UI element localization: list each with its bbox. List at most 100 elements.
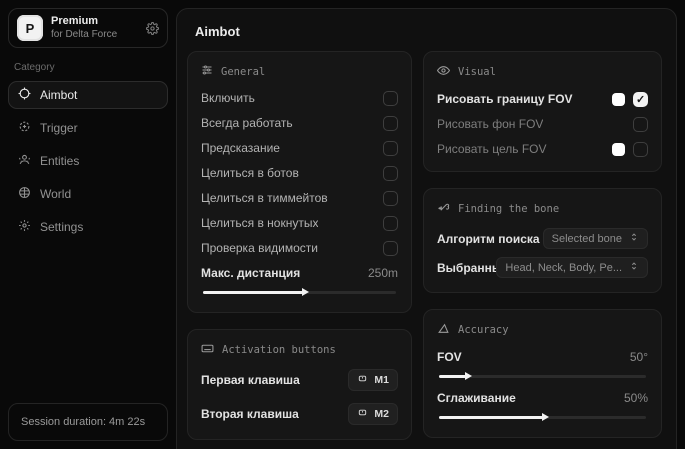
checkbox-target-bots[interactable] xyxy=(383,166,398,181)
toggle-label: Целиться в тиммейтов xyxy=(201,191,328,205)
keybind-label: Вторая клавиша xyxy=(201,407,299,421)
keyboard-icon xyxy=(201,342,214,358)
keybind-row: Вторая клавиша M2 xyxy=(201,403,398,425)
visual-row: Рисовать границу FOV xyxy=(437,91,648,107)
keybind-button-first[interactable]: M1 xyxy=(348,369,398,391)
fov-value: 50° xyxy=(630,350,648,364)
toggle-label: Включить xyxy=(201,91,255,105)
slider-value: 250m xyxy=(368,266,398,280)
brand-subtitle: for Delta Force xyxy=(51,29,138,41)
bone-icon xyxy=(437,201,450,217)
sliders-icon xyxy=(201,64,213,79)
globe-icon xyxy=(18,186,31,202)
sidebar: P Premium for Delta Force Category Aimbo… xyxy=(8,8,168,441)
sidebar-item-settings[interactable]: Settings xyxy=(8,213,168,241)
general-card: General Включить Всегда работать Предска… xyxy=(187,51,412,313)
color-swatch[interactable] xyxy=(612,143,625,156)
checkbox-visibility-check[interactable] xyxy=(383,241,398,256)
card-title: Activation buttons xyxy=(222,344,336,356)
unfold-icon xyxy=(629,232,639,245)
checkbox-enable[interactable] xyxy=(383,91,398,106)
checkbox-draw-fov-border[interactable] xyxy=(633,92,648,107)
visual-label: Рисовать цель FOV xyxy=(437,142,547,156)
trigger-icon xyxy=(18,120,31,136)
category-label: Category xyxy=(14,62,168,73)
max-distance-slider[interactable] xyxy=(203,291,396,294)
slider-row: FOV 50° xyxy=(437,349,648,365)
visual-card: Visual Рисовать границу FOV Рисовать фон… xyxy=(423,51,662,172)
checkbox-target-knocked[interactable] xyxy=(383,216,398,231)
eye-icon xyxy=(437,64,450,80)
brand-title: Premium xyxy=(51,15,138,28)
keybind-row: Первая клавиша M1 xyxy=(201,369,398,391)
smoothing-slider[interactable] xyxy=(439,416,646,419)
sidebar-nav: Aimbot Trigger Entities World Settings xyxy=(8,81,168,241)
checkbox-prediction[interactable] xyxy=(383,141,398,156)
mouse-icon xyxy=(357,373,368,387)
main-panel: Aimbot General Включить Всегда работать xyxy=(176,8,677,449)
toggle-row: Целиться в тиммейтов xyxy=(201,190,398,206)
sidebar-item-label: Trigger xyxy=(40,121,78,135)
brand-card: P Premium for Delta Force xyxy=(8,8,168,48)
toggle-row: Предсказание xyxy=(201,140,398,156)
checkbox-target-teammates[interactable] xyxy=(383,191,398,206)
selected-bones-row: Выбранные кости Head, Neck, Body, Pe... xyxy=(437,257,648,278)
sidebar-item-world[interactable]: World xyxy=(8,180,168,208)
fov-slider[interactable] xyxy=(439,375,646,378)
brand-logo: P xyxy=(17,15,43,41)
sidebar-item-trigger[interactable]: Trigger xyxy=(8,114,168,142)
checkbox-draw-fov-target[interactable] xyxy=(633,142,648,157)
selected-bones-select[interactable]: Head, Neck, Body, Pe... xyxy=(496,257,648,278)
toggle-row: Всегда работать xyxy=(201,115,398,131)
visual-label: Рисовать фон FOV xyxy=(437,117,543,131)
slider-row: Макс. дистанция 250m xyxy=(201,265,398,281)
smoothing-value: 50% xyxy=(624,391,648,405)
slider-row: Сглаживание 50% xyxy=(437,390,648,406)
sidebar-item-label: Settings xyxy=(40,220,83,234)
visual-row: Рисовать фон FOV xyxy=(437,116,648,132)
unfold-icon xyxy=(629,261,639,274)
card-title: Accuracy xyxy=(458,324,509,336)
toggle-row: Включить xyxy=(201,90,398,106)
sidebar-item-label: Aimbot xyxy=(40,88,77,102)
visual-label: Рисовать границу FOV xyxy=(437,92,573,106)
toggle-row: Целиться в ботов xyxy=(201,165,398,181)
checkbox-draw-fov-background[interactable] xyxy=(633,117,648,132)
smoothing-label: Сглаживание xyxy=(437,391,516,405)
gear-icon[interactable] xyxy=(146,22,159,35)
page-title: Aimbot xyxy=(177,9,676,51)
entities-icon xyxy=(18,153,31,169)
activation-card: Activation buttons Первая клавиша M1 Вто… xyxy=(187,329,412,440)
keybind-button-second[interactable]: M2 xyxy=(348,403,398,425)
bone-algorithm-row: Алгоритм поиска костей Selected bone xyxy=(437,228,648,249)
visual-row: Рисовать цель FOV xyxy=(437,141,648,157)
bone-algorithm-select[interactable]: Selected bone xyxy=(543,228,648,249)
session-duration-label: Session duration: 4m 22s xyxy=(21,416,145,428)
sidebar-item-aimbot[interactable]: Aimbot xyxy=(8,81,168,109)
session-duration: Session duration: 4m 22s xyxy=(8,403,168,441)
slider-label: Макс. дистанция xyxy=(201,266,300,280)
sidebar-item-entities[interactable]: Entities xyxy=(8,147,168,175)
sidebar-item-label: Entities xyxy=(40,154,79,168)
toggle-label: Всегда работать xyxy=(201,116,293,130)
mouse-icon xyxy=(357,407,368,421)
sidebar-item-label: World xyxy=(40,187,71,201)
crosshair-icon xyxy=(18,87,31,103)
triangle-icon xyxy=(437,322,450,338)
card-title: Visual xyxy=(458,66,496,78)
toggle-row: Целиться в нокнутых xyxy=(201,215,398,231)
toggle-label: Целиться в нокнутых xyxy=(201,216,318,230)
gear-icon xyxy=(18,219,31,235)
toggle-label: Целиться в ботов xyxy=(201,166,299,180)
checkbox-always-work[interactable] xyxy=(383,116,398,131)
toggle-row: Проверка видимости xyxy=(201,240,398,256)
card-title: Finding the bone xyxy=(458,203,559,215)
card-title: General xyxy=(221,66,265,78)
fov-label: FOV xyxy=(437,350,462,364)
selected-bones-label: Выбранные кости xyxy=(437,261,498,275)
toggle-label: Предсказание xyxy=(201,141,280,155)
bone-card: Finding the bone Алгоритм поиска костей … xyxy=(423,188,662,293)
toggle-label: Проверка видимости xyxy=(201,241,318,255)
color-swatch[interactable] xyxy=(612,93,625,106)
keybind-label: Первая клавиша xyxy=(201,373,300,387)
